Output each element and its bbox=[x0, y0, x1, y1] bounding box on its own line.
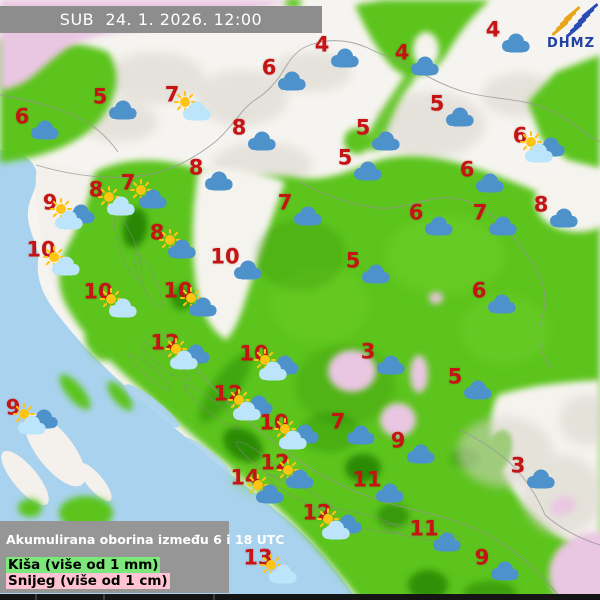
timeline-tick bbox=[103, 594, 105, 600]
weather-icon bbox=[90, 284, 154, 330]
weather-icon bbox=[447, 369, 511, 415]
weather-icon bbox=[188, 160, 252, 206]
timeline-tick bbox=[213, 594, 215, 600]
cloud-icon bbox=[489, 217, 517, 236]
cloud-icon bbox=[109, 101, 137, 120]
weather-icon bbox=[277, 195, 341, 241]
cloud-icon bbox=[464, 381, 492, 400]
weather-icon bbox=[157, 335, 221, 381]
cloud-icon bbox=[433, 533, 461, 552]
cloud-icon bbox=[372, 132, 400, 151]
weather-icon bbox=[472, 205, 536, 251]
legend-snow-swatch: Snijeg (više od 1 cm) bbox=[6, 573, 170, 589]
cloud-icon bbox=[278, 72, 306, 91]
cloud-icon bbox=[488, 295, 516, 314]
weather-icon bbox=[309, 505, 373, 551]
weather-icon bbox=[337, 150, 401, 196]
legend-snow-label: Snijeg (više od 1 cm) bbox=[6, 573, 229, 589]
cloud-icon bbox=[411, 57, 439, 76]
cloud-icon bbox=[476, 174, 504, 193]
weather-icon bbox=[408, 205, 472, 251]
cloud-icon bbox=[234, 261, 262, 280]
weather-icon bbox=[471, 283, 535, 329]
legend-title: Akumulirana oborina između 6 i 18 UTC bbox=[6, 532, 229, 547]
cloud-icon bbox=[550, 209, 578, 228]
legend-rain-swatch: Kiša (više od 1 mm) bbox=[6, 557, 160, 573]
weather-icon bbox=[474, 550, 538, 596]
legend-rain-label: Kiša (više od 1 mm) bbox=[6, 557, 229, 573]
weather-icon bbox=[237, 470, 301, 516]
weather-icon bbox=[510, 458, 574, 504]
cloud-icon bbox=[491, 562, 519, 581]
weather-icon bbox=[14, 109, 78, 155]
weather-icon bbox=[459, 162, 523, 208]
weather-icon bbox=[217, 249, 281, 295]
cloud-icon bbox=[407, 445, 435, 464]
datetime-bar: SUB 24. 1. 2026. 12:00 bbox=[0, 6, 322, 33]
weather-icon bbox=[88, 182, 152, 228]
cloud-icon bbox=[248, 132, 276, 151]
weather-icon bbox=[360, 344, 424, 390]
weather-icon bbox=[250, 550, 314, 596]
weather-icon bbox=[92, 89, 156, 135]
precipitation-legend: Akumulirana oborina između 6 i 18 UTC Ki… bbox=[0, 521, 229, 593]
timeline-bar[interactable] bbox=[0, 594, 600, 600]
timeline-tick bbox=[35, 594, 37, 600]
dhmz-logo-text: DHMZ bbox=[546, 36, 596, 51]
weather-icon bbox=[533, 197, 597, 243]
dhmz-logo: DHMZ bbox=[544, 3, 598, 51]
cloud-icon bbox=[205, 172, 233, 191]
datetime-text: SUB 24. 1. 2026. 12:00 bbox=[60, 10, 262, 29]
weather-icon bbox=[394, 45, 458, 91]
cloud-icon bbox=[527, 470, 555, 489]
dhmz-logo-stripes bbox=[544, 3, 598, 39]
weather-icon bbox=[149, 225, 213, 271]
cloud-icon bbox=[362, 265, 390, 284]
cloud-icon bbox=[377, 356, 405, 375]
cloud-icon bbox=[31, 121, 59, 140]
weather-icon bbox=[164, 87, 228, 133]
cloud-icon bbox=[446, 108, 474, 127]
weather-icon bbox=[416, 521, 480, 567]
weather-icon bbox=[429, 96, 493, 142]
cloud-icon bbox=[376, 484, 404, 503]
cloud-icon bbox=[354, 162, 382, 181]
cloud-icon bbox=[425, 217, 453, 236]
weather-icon bbox=[345, 253, 409, 299]
cloud-icon bbox=[347, 426, 375, 445]
cloud-icon bbox=[502, 34, 530, 53]
weather-icon bbox=[5, 400, 69, 446]
cloud-icon bbox=[331, 49, 359, 68]
weather-icon bbox=[330, 414, 394, 460]
weather-icon bbox=[314, 37, 378, 83]
weather-icon bbox=[485, 22, 549, 68]
cloud-icon bbox=[294, 207, 322, 226]
